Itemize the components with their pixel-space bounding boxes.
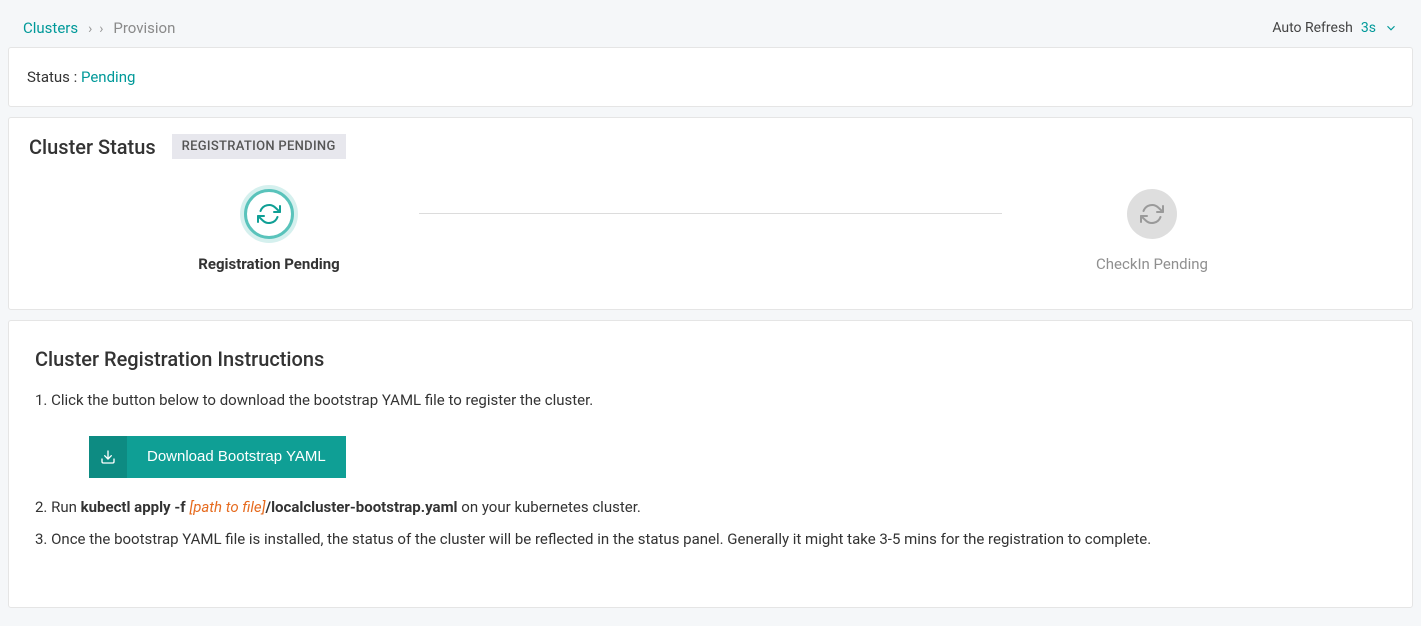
auto-refresh-control[interactable]: Auto Refresh 3s <box>1272 20 1398 36</box>
step-registration-pending: Registration Pending <box>129 189 409 273</box>
status-card: Status : Pending <box>8 47 1413 107</box>
status-badge: REGISTRATION PENDING <box>172 134 346 159</box>
yaml-filename: /localcluster-bootstrap.yaml <box>266 498 458 516</box>
registration-instructions-card: Cluster Registration Instructions 1. Cli… <box>8 320 1413 608</box>
instruction-step-1: 1. Click the button below to download th… <box>35 389 1386 412</box>
download-button-label: Download Bootstrap YAML <box>127 448 346 465</box>
status-label: Status : <box>27 68 77 86</box>
stepper-connector <box>419 213 1002 214</box>
step-checkin-pending: CheckIn Pending <box>1012 189 1292 273</box>
download-bootstrap-yaml-button[interactable]: Download Bootstrap YAML <box>89 436 346 478</box>
breadcrumb-clusters[interactable]: Clusters <box>23 19 78 37</box>
auto-refresh-label: Auto Refresh <box>1272 20 1353 36</box>
kubectl-command: kubectl apply -f <box>81 498 190 516</box>
instruction-step-3: 3. Once the bootstrap YAML file is insta… <box>35 528 1386 551</box>
file-path-placeholder: [path to file] <box>189 498 265 516</box>
refresh-icon <box>244 189 294 239</box>
step-label: CheckIn Pending <box>1096 255 1208 273</box>
cluster-status-card: Cluster Status REGISTRATION PENDING Regi… <box>8 117 1413 310</box>
breadcrumb: Clusters › › Provision <box>23 18 175 37</box>
instruction-step-2: 2. Run kubectl apply -f [path to file]/l… <box>35 496 1386 519</box>
breadcrumb-sep-icon: › › <box>88 21 103 37</box>
chevron-down-icon <box>1384 21 1398 35</box>
refresh-icon <box>1127 189 1177 239</box>
status-value: Pending <box>81 68 135 86</box>
instructions-heading: Cluster Registration Instructions <box>35 347 1386 371</box>
step-label: Registration Pending <box>198 255 339 273</box>
status-stepper: Registration Pending CheckIn Pending <box>29 189 1392 273</box>
breadcrumb-current: Provision <box>113 19 175 37</box>
cluster-status-heading: Cluster Status <box>29 135 156 159</box>
download-icon <box>89 436 127 478</box>
auto-refresh-value: 3s <box>1361 20 1376 36</box>
